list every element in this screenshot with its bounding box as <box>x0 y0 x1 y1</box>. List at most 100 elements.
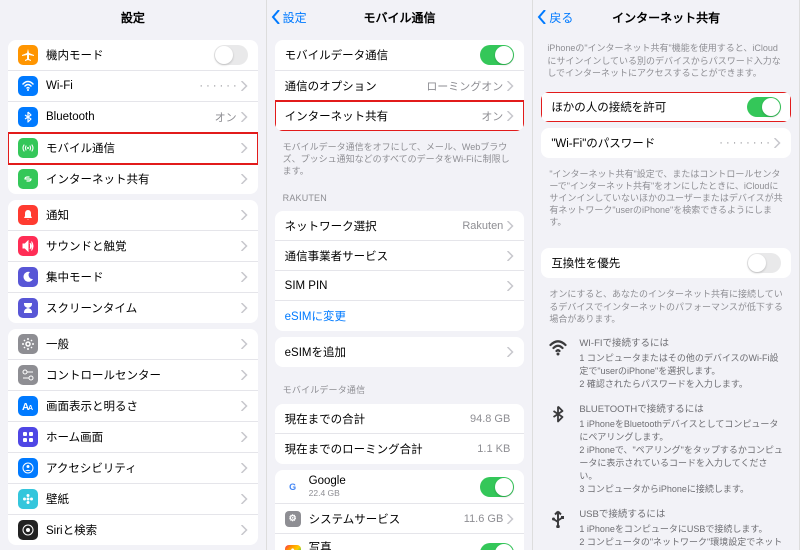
navbar: 設定 モバイル通信 <box>267 0 533 34</box>
row-accessibility[interactable]: アクセシビリティ <box>8 453 258 484</box>
chevron-right-icon <box>241 401 248 411</box>
instr-heading: WI-FIで接続するには <box>579 337 785 351</box>
row-label: "Wi-Fi"のパスワード <box>551 135 719 151</box>
row-wallpaper[interactable]: 壁紙 <box>8 484 258 515</box>
row-screentime[interactable]: スクリーンタイム <box>8 293 258 323</box>
row-wifi[interactable]: Wi-Fi· · · · · · <box>8 71 258 102</box>
flower-icon <box>18 489 38 509</box>
chevron-right-icon <box>507 81 514 91</box>
row-detail: 1.1 KB <box>477 443 510 455</box>
row-photos[interactable]: ✿写真11 GB <box>275 534 525 550</box>
row-roaming-total[interactable]: 現在までのローミング合計1.1 KB <box>275 434 525 464</box>
row-esim-convert[interactable]: eSIMに変更 <box>275 301 525 331</box>
row-google[interactable]: GGoogle22.4 GB <box>275 470 525 504</box>
bell-icon <box>18 205 38 225</box>
cellular-data-toggle[interactable] <box>480 45 514 65</box>
navbar: 設定 <box>0 0 266 34</box>
row-add-esim[interactable]: eSIMを追加 <box>275 337 525 367</box>
hourglass-icon <box>18 298 38 318</box>
photos-toggle[interactable] <box>480 543 514 550</box>
chevron-right-icon <box>507 281 514 291</box>
compat-toggle[interactable] <box>747 253 781 273</box>
row-display[interactable]: 画面表示と明るさ <box>8 391 258 422</box>
row-carrier-services[interactable]: 通信事業者サービス <box>275 241 525 271</box>
allow-others-toggle[interactable] <box>747 97 781 117</box>
row-sim-pin[interactable]: SIM PIN <box>275 271 525 301</box>
section-header: モバイルデータ通信 <box>267 373 533 398</box>
cellular-note: モバイルデータ通信をオフにして、メール、Webブラウズ、プッシュ通知などのすべて… <box>267 137 533 183</box>
airplane-icon <box>18 45 38 65</box>
instruction-wifi: WI-FIで接続するには1 コンピュータまたはその他のデバイスのWi-Fi設定で… <box>533 331 799 397</box>
row-hotspot[interactable]: インターネット共有 <box>8 164 258 194</box>
row-label: Siriと検索 <box>46 522 241 538</box>
row-detail: オン <box>481 108 503 124</box>
row-airplane[interactable]: 機内モード <box>8 40 258 71</box>
app-icon: ✿ <box>285 545 301 550</box>
app-icon: ⚙ <box>285 511 301 527</box>
row-siri[interactable]: Siriと検索 <box>8 515 258 545</box>
row-bluetooth[interactable]: Bluetoothオン <box>8 102 258 133</box>
row-sounds[interactable]: サウンドと触覚 <box>8 231 258 262</box>
chevron-right-icon <box>241 210 248 220</box>
row-hotspot[interactable]: インターネット共有オン <box>275 101 525 131</box>
row-label: eSIMを追加 <box>285 344 508 360</box>
row-detail: オン <box>215 109 237 125</box>
row-compat[interactable]: 互換性を優先 <box>541 248 791 278</box>
row-wifi-password[interactable]: "Wi-Fi"のパスワード· · · · · · · · <box>541 128 791 158</box>
row-label: アクセシビリティ <box>46 460 241 476</box>
person-icon <box>18 458 38 478</box>
row-label: インターネット共有 <box>46 171 241 187</box>
instr-line: 3 コンピュータからiPhoneに接続します。 <box>579 483 785 496</box>
back-button[interactable]: 戻る <box>537 9 573 26</box>
instr-line: 2 iPhoneで、"ペアリング"をタップするかコンピュータに表示されているコー… <box>579 444 785 483</box>
row-focus[interactable]: 集中モード <box>8 262 258 293</box>
row-control-center[interactable]: コントロールセンター <box>8 360 258 391</box>
row-detail: Rakuten <box>462 220 503 232</box>
back-button[interactable]: 設定 <box>271 9 307 26</box>
row-label: 通信事業者サービス <box>285 248 508 264</box>
gear-icon <box>18 334 38 354</box>
row-cellular[interactable]: モバイル通信 <box>8 133 258 164</box>
chevron-right-icon <box>241 241 248 251</box>
chevron-right-icon <box>241 494 248 504</box>
row-allow-others[interactable]: ほかの人の接続を許可 <box>541 92 791 122</box>
row-general[interactable]: 一般 <box>8 329 258 360</box>
pane-settings: 設定 機内モードWi-Fi· · · · · ·Bluetoothオンモバイル通… <box>0 0 267 550</box>
row-system[interactable]: ⚙システムサービス11.6 GB <box>275 504 525 534</box>
speaker-icon <box>18 236 38 256</box>
instr-line: 1 コンピュータまたはその他のデバイスのWi-Fi設定で"userのiPhone… <box>579 352 785 378</box>
chevron-right-icon <box>241 81 248 91</box>
row-label: 互換性を優先 <box>551 255 747 271</box>
row-total[interactable]: 現在までの合計94.8 GB <box>275 404 525 434</box>
row-label: Google <box>309 475 481 487</box>
row-detail: ローミングオン <box>426 78 503 94</box>
instr-heading: BLUETOOTHで接続するには <box>579 403 785 417</box>
row-notifications[interactable]: 通知 <box>8 200 258 231</box>
intro-text: iPhoneの"インターネット共有"機能を使用すると、iCloudにサインインし… <box>533 34 799 86</box>
row-home[interactable]: ホーム画面 <box>8 422 258 453</box>
grid-icon <box>18 427 38 447</box>
row-label: ほかの人の接続を許可 <box>551 99 747 115</box>
row-label: ホーム画面 <box>46 429 241 445</box>
row-label: 画面表示と明るさ <box>46 398 241 414</box>
row-options[interactable]: 通信のオプションローミングオン <box>275 71 525 101</box>
row-network-select[interactable]: ネットワーク選択Rakuten <box>275 211 525 241</box>
airplane-toggle[interactable] <box>214 45 248 65</box>
row-label: コントロールセンター <box>46 367 241 383</box>
chevron-right-icon <box>774 138 781 148</box>
row-label: 集中モード <box>46 269 241 285</box>
row-detail: 94.8 GB <box>470 413 510 425</box>
row-label: 現在までの合計 <box>285 411 470 427</box>
section-header: RAKUTEN <box>267 183 533 205</box>
google-toggle[interactable] <box>480 477 514 497</box>
row-label: モバイルデータ通信 <box>285 47 481 63</box>
row-label: スクリーンタイム <box>46 300 241 316</box>
row-label: eSIMに変更 <box>285 308 515 324</box>
row-cellular-data[interactable]: モバイルデータ通信 <box>275 40 525 71</box>
siri-icon <box>18 520 38 540</box>
bluetooth-icon <box>547 403 569 496</box>
row-label: 一般 <box>46 336 241 352</box>
instr-line: 2 確認されたらパスワードを入力します。 <box>579 378 785 391</box>
chevron-right-icon <box>241 525 248 535</box>
chevron-right-icon <box>241 370 248 380</box>
